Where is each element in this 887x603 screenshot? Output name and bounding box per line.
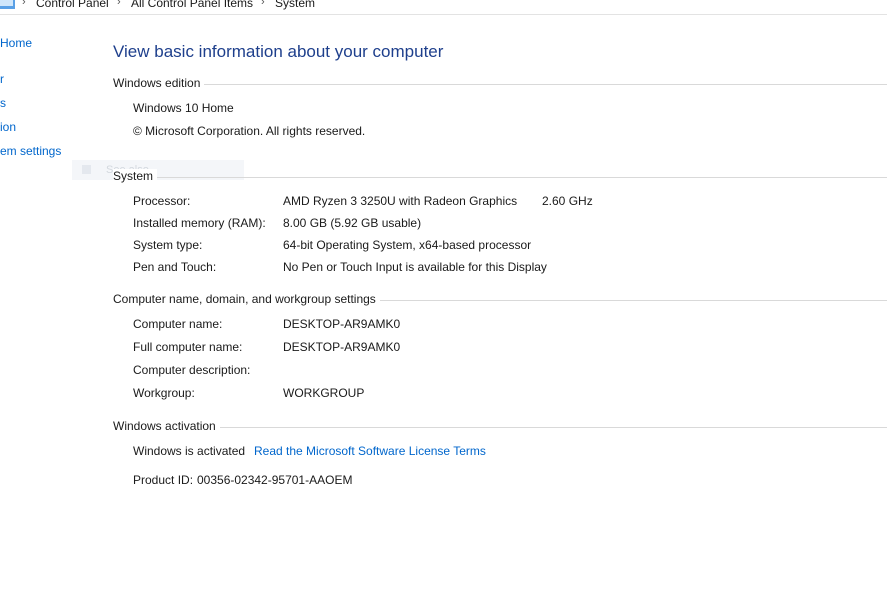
processor-value: AMD Ryzen 3 3250U with Radeon Graphics <box>283 194 518 208</box>
system-control-panel-window: › Control Panel › All Control Panel Item… <box>0 0 887 603</box>
breadcrumb: › Control Panel › All Control Panel Item… <box>0 0 887 15</box>
nav-link-2[interactable]: s <box>0 96 6 110</box>
nav-link-3[interactable]: ion <box>0 120 16 134</box>
full-computer-name-label: Full computer name: <box>133 340 243 354</box>
pen-touch-label: Pen and Touch: <box>133 260 217 274</box>
nav-link-1[interactable]: r <box>0 72 4 86</box>
workgroup-value: WORKGROUP <box>283 386 365 400</box>
section-heading: Windows activation <box>113 419 220 433</box>
system-type-value: 64-bit Operating System, x64-based proce… <box>283 238 532 252</box>
computer-description-label: Computer description: <box>133 363 251 377</box>
section-divider <box>113 427 887 428</box>
workgroup-label: Workgroup: <box>133 386 195 400</box>
activation-status: Windows is activated <box>133 444 246 458</box>
product-id-label: Product ID: <box>133 473 194 487</box>
breadcrumb-item-all-items[interactable]: All Control Panel Items <box>131 0 253 10</box>
full-computer-name-value: DESKTOP-AR9AMK0 <box>283 340 401 354</box>
memory-label: Installed memory (RAM): <box>133 216 266 230</box>
breadcrumb-item-system[interactable]: System <box>275 0 315 10</box>
computer-name-label: Computer name: <box>133 317 223 331</box>
copyright-text: © Microsoft Corporation. All rights rese… <box>133 124 366 138</box>
breadcrumb-item-control-panel[interactable]: Control Panel <box>36 0 109 10</box>
breadcrumb-separator-icon: › <box>261 0 265 8</box>
section-heading: Computer name, domain, and workgroup set… <box>113 292 380 306</box>
memory-value: 8.00 GB (5.92 GB usable) <box>283 216 422 230</box>
section-divider <box>113 84 887 85</box>
processor-label: Processor: <box>133 194 191 208</box>
section-divider <box>113 177 887 178</box>
computer-name-value: DESKTOP-AR9AMK0 <box>283 317 401 331</box>
section-windows-activation: Windows activation <box>113 419 887 435</box>
faded-icon <box>82 165 91 174</box>
processor-speed: 2.60 GHz <box>542 194 593 208</box>
section-heading: System <box>113 169 158 183</box>
nav-link-home[interactable]: Home <box>0 36 32 50</box>
section-heading: Windows edition <box>113 76 205 90</box>
pen-touch-value: No Pen or Touch Input is available for t… <box>283 260 547 274</box>
windows-edition-name: Windows 10 Home <box>133 101 234 115</box>
system-type-label: System type: <box>133 238 203 252</box>
section-computer-name: Computer name, domain, and workgroup set… <box>113 292 887 308</box>
section-system: System <box>113 169 887 185</box>
breadcrumb-separator-icon: › <box>22 0 26 8</box>
nav-link-settings[interactable]: em settings <box>0 144 61 158</box>
section-windows-edition: Windows edition <box>113 76 887 92</box>
product-id-value: 00356-02342-95701-AAOEM <box>197 473 353 487</box>
page-title: View basic information about your comput… <box>113 42 444 61</box>
license-terms-link[interactable]: Read the Microsoft Software License Term… <box>254 444 486 458</box>
control-panel-icon <box>0 0 15 9</box>
breadcrumb-separator-icon: › <box>117 0 121 8</box>
